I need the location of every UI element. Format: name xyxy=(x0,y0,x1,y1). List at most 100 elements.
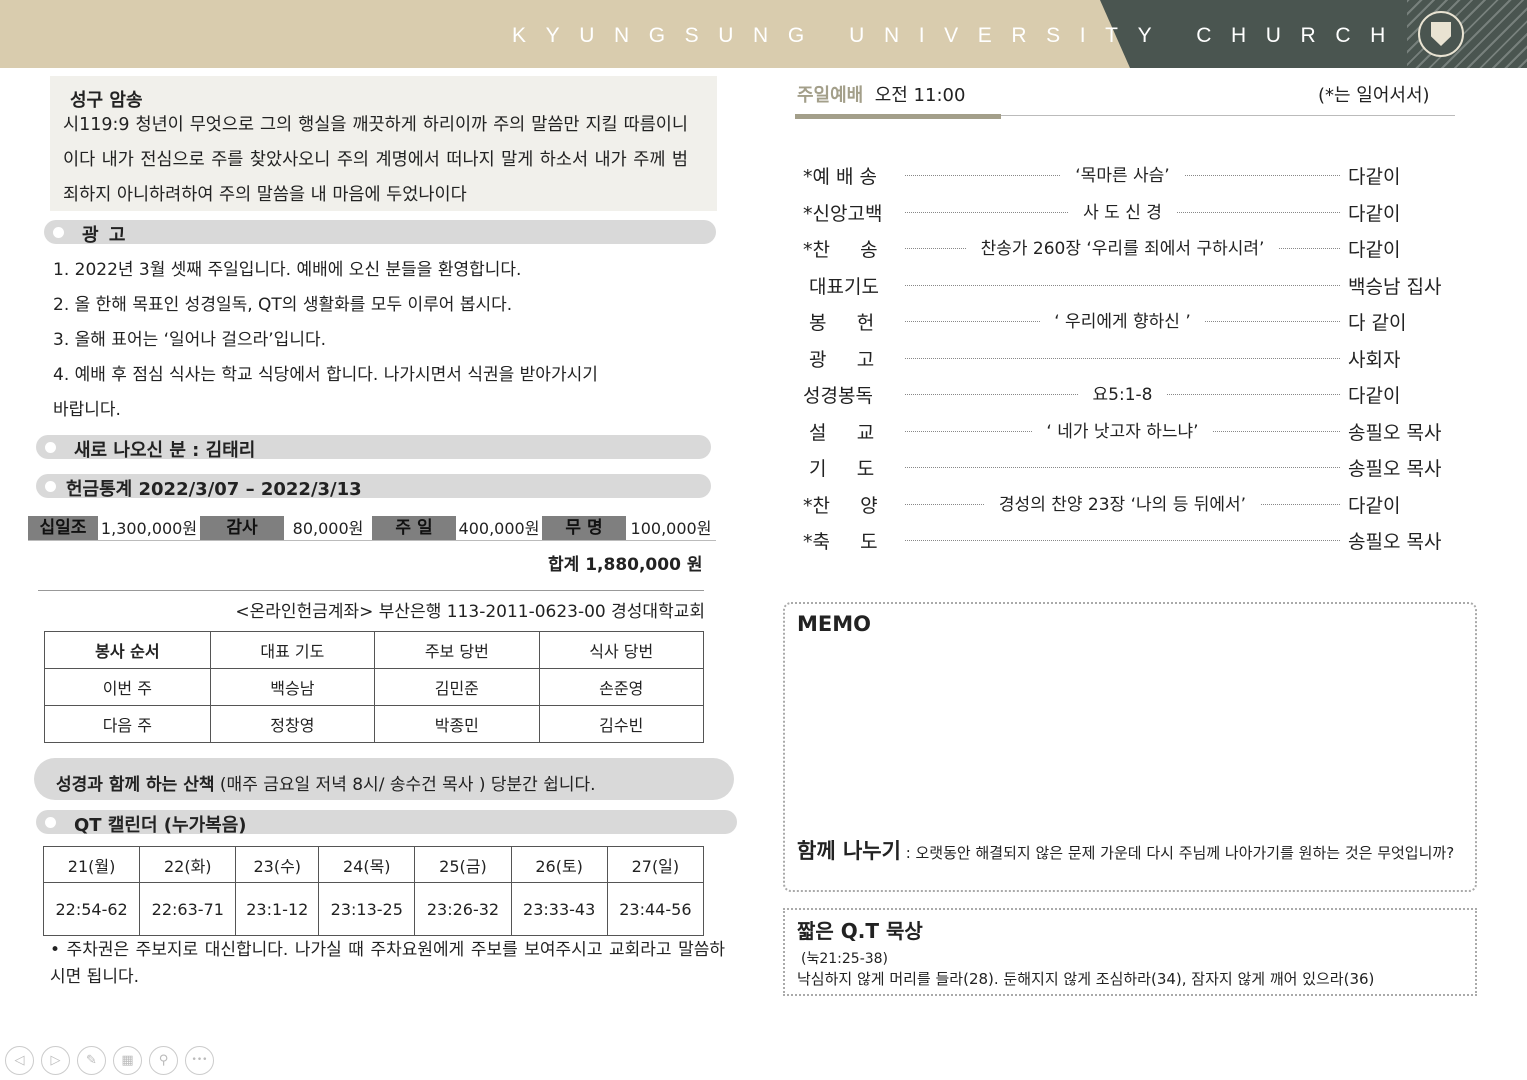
pen-icon[interactable]: ✎ xyxy=(77,1046,106,1075)
order-item-name: 광 고 xyxy=(803,348,875,371)
qt-day: 21(월) xyxy=(42,846,141,883)
qt-reading: 23:1-12 xyxy=(235,882,320,936)
slides-icon[interactable]: ▦ xyxy=(113,1046,142,1075)
bullet-icon xyxy=(45,817,56,828)
bible-walk-banner: 성경과 함께 하는 산책 (매주 금요일 저녁 8시/ 송수건 목사 ) 당분간… xyxy=(34,758,734,800)
order-item-content: 경성의 찬양 23장 ‘나의 등 뒤에서’ xyxy=(905,490,1340,515)
order-item-leader: 송필오 목사 xyxy=(1348,531,1442,553)
order-item-leader: 송필오 목사 xyxy=(1348,458,1442,480)
order-item-leader: 다같이 xyxy=(1348,239,1401,261)
bible-walk-text: 성경과 함께 하는 산책 (매주 금요일 저녁 8시/ 송수건 목사 ) 당분간… xyxy=(56,770,596,795)
order-item-content-text: 경성의 찬양 23장 ‘나의 등 뒤에서’ xyxy=(984,494,1261,515)
order-item-content-text: 사 도 신 경 xyxy=(1069,202,1176,223)
table-header: 대표 기도 xyxy=(209,631,376,669)
standing-note: (*는 일어서서) xyxy=(1318,85,1430,106)
online-account: <온라인헌금계좌> 부산은행 113-2011-0623-00 경성대학교회 xyxy=(235,602,705,622)
table-cell: 김민준 xyxy=(374,668,540,706)
dotted-leader xyxy=(905,284,1340,286)
bullet-icon xyxy=(45,481,56,492)
qt-day: 25(금) xyxy=(414,846,512,883)
order-item-name: *예 배 송 xyxy=(803,166,878,188)
order-item-content-text: 요5:1-8 xyxy=(1078,385,1167,405)
offering-label: 십일조 xyxy=(28,516,98,540)
order-item-content: 찬송가 260장 ‘우리를 죄에서 구하시려’ xyxy=(905,234,1340,259)
zoom-icon[interactable]: ⚲ xyxy=(149,1046,178,1075)
share-text: : 오랫동안 해결되지 않은 문제 가운데 다시 주님께 나아가기를 원하는 것… xyxy=(900,844,1455,862)
order-item-leader: 다같이 xyxy=(1348,494,1401,517)
parking-note: • 주차권은 주보지로 대신합니다. 나가실 때 주차요원에게 주보를 보여주시… xyxy=(50,940,725,987)
university-logo xyxy=(1418,11,1464,57)
bible-walk-title: 성경과 함께 하는 산책 xyxy=(56,775,215,795)
qt-days-row: 21(월) 22(화) 23(수) 24(목) 25(금) 26(토) 27(일… xyxy=(42,846,705,883)
table-header: 식사 당번 xyxy=(538,631,705,669)
order-item-name: 설 교 xyxy=(803,421,875,444)
short-qt-box: 짧은 Q.T 묵상 (눅21:25-38) 낙심하지 않게 머리를 들라(28)… xyxy=(783,908,1477,996)
more-icon[interactable]: ••• xyxy=(185,1046,214,1075)
qt-reading: 23:13-25 xyxy=(318,882,416,936)
announcement-item: 4. 예배 후 점심 식사는 학교 식당에서 합니다. 나가시면서 식권을 받아… xyxy=(53,365,598,385)
announcements-title: 광 고 xyxy=(82,225,128,246)
bullet-icon xyxy=(45,442,56,453)
qt-day: 24(목) xyxy=(318,846,416,883)
qt-day: 27(일) xyxy=(606,846,705,883)
verse-box: 성구 암송 시119:9 청년이 무엇으로 그의 행실을 깨끗하게 하리이까 주… xyxy=(50,76,717,211)
announcement-item: 3. 올해 표어는 ‘일어나 걸으라’입니다. xyxy=(53,330,327,350)
worship-order-row: *축 도 송필오 목사 xyxy=(795,523,1455,559)
short-qt-reference: (눅21:25-38) xyxy=(801,951,889,967)
order-item-name: 기 도 xyxy=(803,458,875,480)
qt-calendar-table: 21(월) 22(화) 23(수) 24(목) 25(금) 26(토) 27(일… xyxy=(42,846,705,936)
qt-day: 26(토) xyxy=(510,846,608,883)
memo-box: MEMO 함께 나누기 : 오랫동안 해결되지 않은 문제 가운데 다시 주님께… xyxy=(783,602,1477,892)
order-item-leader: 다같이 xyxy=(1348,385,1401,407)
table-header: 봉사 순서 xyxy=(44,631,211,669)
offering-row: 십일조 1,300,000원 감사 80,000원 주 일 400,000원 무… xyxy=(28,516,716,541)
order-item-content: ‘목마른 사슴’ xyxy=(905,161,1340,186)
table-header-row: 봉사 순서 대표 기도 주보 당번 식사 당번 xyxy=(44,631,705,669)
verse-text: 시119:9 청년이 무엇으로 그의 행실을 깨끗하게 하리이까 주의 말씀만 … xyxy=(63,115,688,205)
service-duty-table: 봉사 순서 대표 기도 주보 당번 식사 당번 이번 주 백승남 김민준 손준영… xyxy=(44,631,705,743)
offering-label: 감사 xyxy=(200,516,284,540)
offering-title: 헌금통계 2022/3/07 – 2022/3/13 xyxy=(66,479,362,500)
announcement-item: 1. 2022년 3월 셋째 주일입니다. 예배에 오신 분들을 환영합니다. xyxy=(53,260,522,280)
order-item-name: 봉 헌 xyxy=(803,312,875,334)
order-item-content: ‘ 네가 낫고자 하느냐’ xyxy=(905,417,1340,442)
order-item-leader: 다같이 xyxy=(1348,202,1401,225)
short-qt-text: 낙심하지 않게 머리를 들라(28). 둔해지지 않게 조심하라(34), 잠자… xyxy=(797,970,1375,988)
worship-order-row: *신앙고백 사 도 신 경 다같이 xyxy=(795,195,1455,231)
prev-icon[interactable]: ◁ xyxy=(5,1046,34,1075)
order-item-content: 사 도 신 경 xyxy=(905,198,1340,223)
order-item-content-text: ‘ 네가 낫고자 하느냐’ xyxy=(1032,421,1213,442)
offering-header: 헌금통계 2022/3/07 – 2022/3/13 xyxy=(36,474,711,500)
slide-toolbar: ◁ ▷ ✎ ▦ ⚲ ••• xyxy=(5,1046,214,1075)
worship-order-row: 봉 헌 ‘ 우리에게 향하신 ’ 다 같이 xyxy=(795,304,1455,340)
table-cell: 이번 주 xyxy=(44,668,211,706)
table-cell: 정창영 xyxy=(209,705,376,743)
church-title: KYUNGSUNG UNIVERSITY CHURCH xyxy=(512,24,1405,47)
order-item-name: *찬 송 xyxy=(803,239,878,261)
bullet-icon xyxy=(53,227,64,238)
table-header: 주보 당번 xyxy=(374,631,540,669)
order-item-content-text: ‘ 우리에게 향하신 ’ xyxy=(1040,312,1205,332)
dotted-leader xyxy=(905,540,1340,541)
order-item-leader: 다같이 xyxy=(1348,166,1401,188)
announcements-header: 광 고 xyxy=(44,220,716,246)
offering-value: 80,000원 xyxy=(284,516,372,540)
worship-order-row: 광 고 사회자 xyxy=(795,341,1455,377)
qt-calendar-header: QT 캘린더 (누가복음) xyxy=(36,810,737,836)
order-item-content-text: ‘목마른 사슴’ xyxy=(1061,166,1184,186)
qt-day: 23(수) xyxy=(235,846,320,883)
worship-order-row: 기 도 송필오 목사 xyxy=(795,450,1455,486)
order-item-content: 요5:1-8 xyxy=(905,380,1340,405)
qt-day: 22(화) xyxy=(139,846,237,883)
qt-reading: 23:26-32 xyxy=(414,882,512,936)
memo-title: MEMO xyxy=(797,612,871,636)
worship-title: 주일예배 오전 11:00 xyxy=(797,81,965,107)
worship-order-row: *찬 송 찬송가 260장 ‘우리를 죄에서 구하시려’ 다같이 xyxy=(795,231,1455,267)
offering-value: 100,000원 xyxy=(626,516,716,540)
order-item-leader: 백승남 집사 xyxy=(1348,275,1442,298)
offering-total: 합계 1,880,000 원 xyxy=(548,555,703,575)
order-item-name: 성경봉독 xyxy=(803,385,873,407)
divider xyxy=(38,590,704,591)
announcement-item: 바랍니다. xyxy=(53,400,121,420)
next-icon[interactable]: ▷ xyxy=(41,1046,70,1075)
